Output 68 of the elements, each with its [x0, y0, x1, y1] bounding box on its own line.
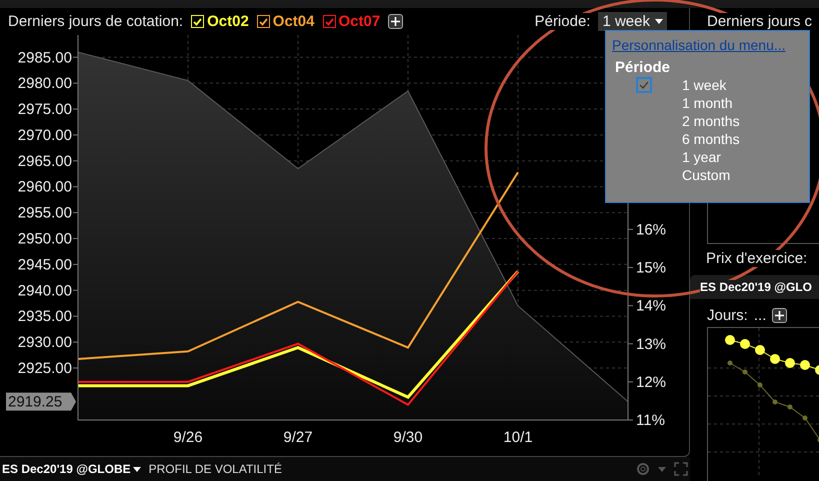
data-point — [728, 360, 732, 366]
plus-icon — [391, 17, 400, 26]
menu-item[interactable]: 1 month — [612, 94, 809, 112]
data-point — [802, 415, 808, 420]
plus-icon — [775, 310, 784, 320]
caret-icon — [658, 466, 666, 472]
menu-item[interactable]: 2 months — [612, 112, 809, 130]
price-tag: 2919.25 — [6, 392, 76, 411]
y-axis-label: 2945.00 — [18, 256, 72, 274]
customize-menu-link[interactable]: Personnalisation du menu... — [612, 37, 809, 53]
y-axis-label: 2935.00 — [18, 308, 72, 326]
chart-header-label: Derniers jours de cotation: — [8, 13, 184, 30]
data-point — [800, 360, 810, 370]
menu-caret[interactable] — [658, 466, 666, 472]
menu-item[interactable]: Custom — [612, 166, 809, 184]
y-axis-label: 16% — [636, 221, 666, 238]
add-button[interactable] — [388, 14, 404, 29]
period-label: Période: — [534, 13, 590, 30]
y-axis-label: 13% — [636, 336, 666, 353]
strike-label: Prix d'exercice: — [706, 250, 808, 267]
y-axis-label: 2980.00 — [18, 75, 72, 92]
y-axis-label: 14% — [636, 298, 666, 315]
period-dropdown[interactable]: 1 week — [598, 12, 667, 31]
data-point — [785, 358, 795, 368]
data-point — [758, 382, 762, 388]
panel-title: PROFIL DE VOLATILITÉ — [148, 462, 282, 476]
data-point — [772, 399, 778, 404]
y-axis-label: 2975.00 — [18, 101, 72, 118]
menu-heading: Période — [615, 59, 672, 76]
y-axis-label: 2950.00 — [18, 230, 72, 248]
x-axis-label: 9/30 — [393, 429, 423, 446]
x-axis-label: 9/27 — [283, 429, 313, 446]
y-axis-label: 2970.00 — [18, 126, 72, 144]
x-axis-label: 10/1 — [503, 429, 533, 446]
legend-toggle[interactable]: Oct04 — [256, 13, 314, 30]
y-axis-label: 2925.00 — [18, 360, 72, 377]
y-axis-label: 2930.00 — [18, 334, 72, 352]
maximize-icon[interactable] — [674, 462, 688, 476]
data-point — [770, 354, 780, 364]
data-point — [788, 404, 792, 410]
menu-item[interactable]: 1 week — [612, 76, 809, 94]
caret-icon — [132, 466, 141, 472]
menu-item[interactable]: 1 year — [612, 148, 809, 166]
data-point — [755, 344, 765, 355]
legend-toggle[interactable]: Oct02 — [191, 13, 249, 30]
data-point — [815, 364, 819, 375]
y-axis-label: 12% — [636, 374, 666, 391]
side-header-label: Derniers jours c — [707, 12, 812, 30]
y-axis-label: 2985.00 — [18, 49, 72, 66]
data-point — [742, 369, 748, 374]
y-axis-label: 15% — [636, 260, 666, 277]
legend-toggle[interactable]: Oct07 — [322, 13, 380, 30]
menu-item[interactable]: 6 months — [612, 130, 809, 148]
data-point — [725, 334, 735, 345]
y-axis-label: 2955.00 — [18, 204, 72, 222]
y-axis-label: 2960.00 — [18, 178, 72, 196]
x-axis-label: 9/26 — [173, 429, 203, 446]
legend-checkbox[interactable] — [256, 15, 270, 28]
y-axis-label: 2965.00 — [18, 152, 72, 170]
add-button[interactable] — [772, 308, 788, 323]
symbol-label: ES Dec20'19 @GLO — [700, 280, 812, 294]
settings-icon[interactable] — [636, 462, 650, 476]
y-axis-label: 2940.00 — [18, 282, 72, 300]
y-axis-label: 11% — [636, 412, 665, 429]
symbol-dropdown[interactable]: ES Dec20'19 @GLOBE — [2, 462, 141, 476]
legend-checkbox[interactable] — [322, 15, 336, 28]
data-point — [740, 338, 750, 349]
caret-icon — [655, 19, 663, 24]
